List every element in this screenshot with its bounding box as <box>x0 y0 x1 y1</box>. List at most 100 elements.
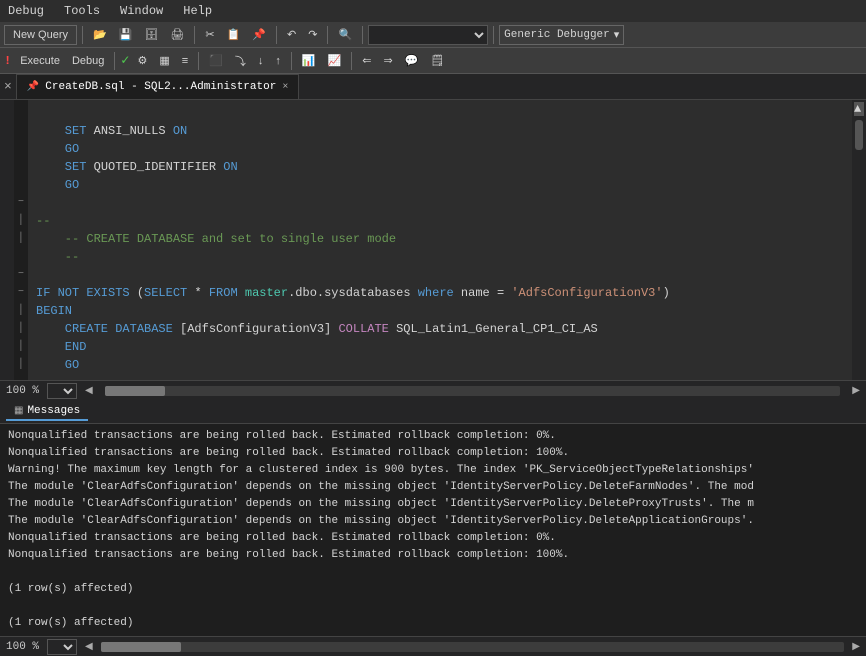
editor-tab[interactable]: 📌 CreateDB.sql - SQL2...Administrator × <box>16 74 300 99</box>
step-over-button[interactable]: ⤵ <box>230 51 251 71</box>
h-scroll-thumb[interactable] <box>105 386 165 396</box>
zoom-value: 100 % <box>6 385 39 397</box>
fold-line-8: │ <box>14 230 28 248</box>
fold-marker-6[interactable]: − <box>14 194 28 212</box>
menu-help[interactable]: Help <box>179 2 216 20</box>
fold-line-12: │ <box>14 302 28 320</box>
actual-plan-button[interactable]: 📊 <box>297 51 321 71</box>
client-stats-button[interactable]: 📈 <box>323 51 347 71</box>
bottom-h-scroll-thumb[interactable] <box>101 642 181 652</box>
fold-line-2 <box>14 122 28 140</box>
results-grid-button[interactable]: ▦ <box>154 51 174 71</box>
parse-button[interactable]: ⚙ <box>132 51 152 71</box>
stop-button[interactable]: ⬛ <box>204 51 228 71</box>
redo-button[interactable]: ↷ <box>303 25 322 45</box>
toolbar-2: ! Execute Debug ✓ ⚙ ▦ ≡ ⬛ ⤵ ↓ ↑ 📊 📈 ⇐ ⇒ … <box>0 48 866 74</box>
fold-line-15: │ <box>14 356 28 374</box>
toolbar2-sep-1 <box>114 52 115 70</box>
msg-line-2: Nonqualified transactions are being roll… <box>8 445 858 462</box>
bottom-status-bar: 100 % ◀ ▶ <box>0 636 866 656</box>
save-all-button[interactable]: 🗄 <box>139 25 163 45</box>
msg-line-12: (1 row(s) affected) <box>8 615 858 632</box>
chevron-down-icon: ▾ <box>614 28 620 42</box>
bottom-h-scroll-track[interactable] <box>101 642 845 652</box>
msg-line-10: (1 row(s) affected) <box>8 581 858 598</box>
messages-tab-label: Messages <box>27 405 80 417</box>
msg-line-1: Nonqualified transactions are being roll… <box>8 428 858 445</box>
fold-line-7: │ <box>14 212 28 230</box>
paste-button[interactable]: 📌 <box>247 25 271 45</box>
tab-title: CreateDB.sql - SQL2...Administrator <box>45 81 276 93</box>
fold-gutter: − │ │ − − │ │ │ │ <box>14 100 28 380</box>
debug-button[interactable]: Debug <box>67 51 109 71</box>
scroll-left-arrow[interactable]: ◀ <box>85 385 93 397</box>
fold-marker-10[interactable]: − <box>14 266 28 284</box>
toolbar-separator-5 <box>362 26 363 44</box>
h-scroll-track[interactable] <box>105 386 841 396</box>
fold-line-5 <box>14 176 28 194</box>
menu-bar: Debug Tools Window Help <box>0 0 866 22</box>
editor-row: − │ │ − − │ │ │ │ SET ANSI_NULLS ON GO S… <box>0 100 866 380</box>
msg-line-3: Warning! The maximum key length for a cl… <box>8 462 858 479</box>
msg-line-6: The module 'ClearAdfsConfiguration' depe… <box>8 513 858 530</box>
toolbar-1: New Query 📂 💾 🗄 🖨 ✂ 📋 📌 ↶ ↷ 🔍 Generic De… <box>0 22 866 48</box>
new-query-button[interactable]: New Query <box>4 25 77 45</box>
toolbar-separator-3 <box>276 26 277 44</box>
bottom-zoom-value: 100 % <box>6 641 39 653</box>
v-scroll-up-arrow[interactable]: ▲ <box>854 102 864 116</box>
pin-icon: 📌 <box>27 81 39 93</box>
menu-tools[interactable]: Tools <box>60 2 104 20</box>
left-gutter <box>0 100 14 380</box>
execute-button[interactable]: Execute <box>15 51 65 71</box>
editor-v-scrollbar[interactable]: ▲ <box>852 100 866 380</box>
indent-left-button[interactable]: ⇐ <box>357 51 376 71</box>
fold-line-14: │ <box>14 338 28 356</box>
toolbar-separator-1 <box>82 26 83 44</box>
fold-line-13: │ <box>14 320 28 338</box>
msg-line-8: Nonqualified transactions are being roll… <box>8 547 858 564</box>
toolbar2-sep-2 <box>198 52 199 70</box>
step-out-button[interactable]: ↑ <box>270 51 286 71</box>
comment-button[interactable]: 💬 <box>400 51 424 71</box>
indent-right-button[interactable]: ⇒ <box>378 51 397 71</box>
editor-content[interactable]: SET ANSI_NULLS ON GO SET QUOTED_IDENTIFI… <box>28 100 852 380</box>
msg-line-7: Nonqualified transactions are being roll… <box>8 530 858 547</box>
fold-line-3 <box>14 140 28 158</box>
fold-line-9 <box>14 248 28 266</box>
tab-bar: × 📌 CreateDB.sql - SQL2...Administrator … <box>0 74 866 100</box>
step-into-button[interactable]: ↓ <box>253 51 269 71</box>
cut-button[interactable]: ✂ <box>200 25 219 45</box>
parse-check-icon: ✓ <box>120 53 130 68</box>
msg-blank-1 <box>8 564 858 581</box>
bottom-scroll-left-arrow[interactable]: ◀ <box>85 641 93 653</box>
bottom-scroll-right-arrow[interactable]: ▶ <box>852 641 860 653</box>
search-button[interactable]: 🔍 <box>333 25 357 45</box>
v-scroll-thumb[interactable] <box>855 120 863 150</box>
messages-tab[interactable]: ▦ Messages <box>6 403 88 421</box>
toolbar2-sep-3 <box>291 52 292 70</box>
scroll-right-arrow[interactable]: ▶ <box>852 385 860 397</box>
open-file-button[interactable]: 📂 <box>88 25 112 45</box>
msg-blank-2 <box>8 598 858 615</box>
editor-wrapper: − │ │ − − │ │ │ │ SET ANSI_NULLS ON GO S… <box>0 100 866 400</box>
main-layout: × 📌 CreateDB.sql - SQL2...Administrator … <box>0 74 866 641</box>
menu-window[interactable]: Window <box>116 2 167 20</box>
copy-button[interactable]: 📋 <box>222 25 246 45</box>
results-text-button[interactable]: ≡ <box>177 51 193 71</box>
tab-close-left-icon[interactable]: × <box>0 79 16 94</box>
grid-icon: ▦ <box>14 405 23 417</box>
zoom-dropdown[interactable] <box>47 383 77 399</box>
tab-close-button[interactable]: × <box>282 82 288 93</box>
save-button[interactable]: 💾 <box>114 25 138 45</box>
print-button[interactable]: 🖨 <box>165 25 189 45</box>
uncomment-button[interactable]: 🗒 <box>425 51 449 71</box>
messages-panel: ▦ Messages Nonqualified transactions are… <box>0 400 866 656</box>
messages-tab-bar: ▦ Messages <box>0 400 866 424</box>
toolbar-separator-4 <box>327 26 328 44</box>
undo-button[interactable]: ↶ <box>282 25 301 45</box>
toolbar-separator-6 <box>493 26 494 44</box>
menu-debug[interactable]: Debug <box>4 2 48 20</box>
fold-marker-11[interactable]: − <box>14 284 28 302</box>
generic-debugger-dropdown[interactable]: Generic Debugger ▾ <box>499 25 624 45</box>
database-dropdown[interactable] <box>368 25 488 45</box>
